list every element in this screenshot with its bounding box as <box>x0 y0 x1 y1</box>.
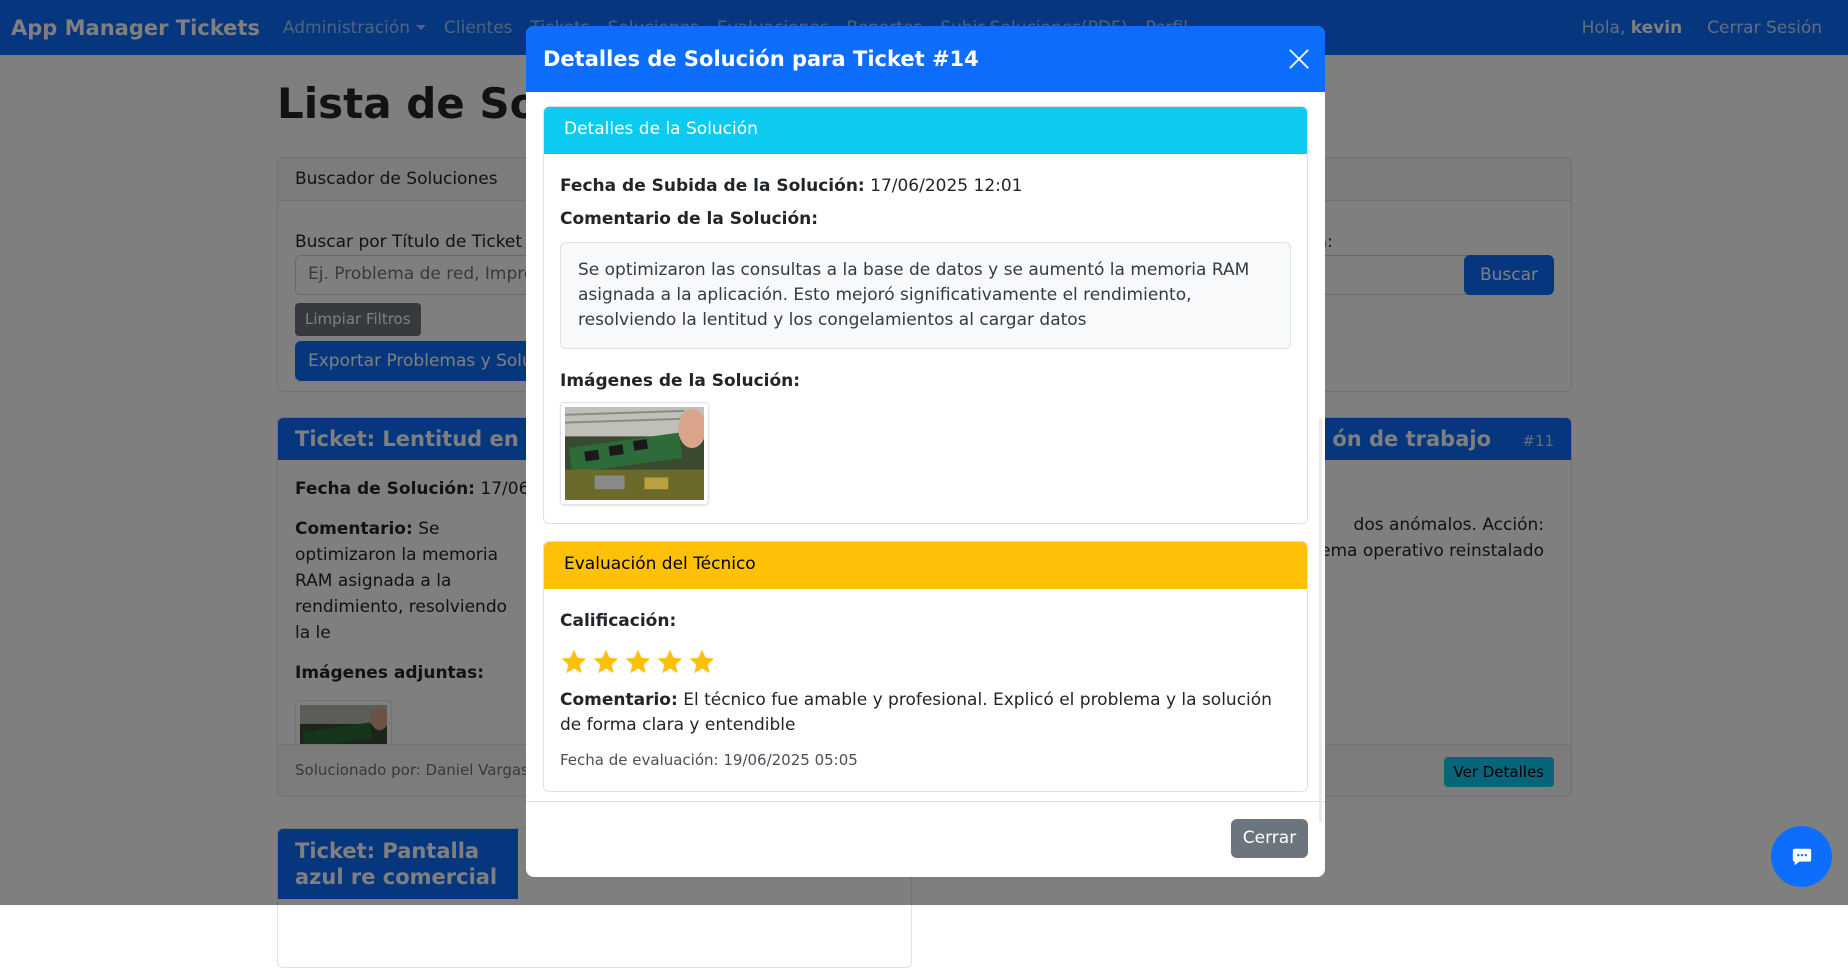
star-icon <box>657 649 683 674</box>
solution-details-card: Detalles de la Solución Fecha de Subida … <box>543 106 1308 524</box>
chat-button[interactable] <box>1771 826 1832 887</box>
upload-date-value: 17/06/2025 12:01 <box>864 176 1023 196</box>
modal-header: Detalles de Solución para Ticket #14 <box>526 26 1325 92</box>
modal-footer: Cerrar <box>526 801 1325 877</box>
close-icon[interactable] <box>1288 48 1310 70</box>
chat-icon <box>1792 848 1812 866</box>
star-rating <box>560 648 1291 678</box>
evaluation-comment-label: Comentario: <box>560 690 678 710</box>
solution-comment-label: Comentario de la Solución: <box>560 209 819 229</box>
rating-label: Calificación: <box>560 611 677 631</box>
modal-body: Detalles de la Solución Fecha de Subida … <box>526 92 1325 827</box>
star-icon <box>625 649 651 674</box>
evaluation-card-header: Evaluación del Técnico <box>544 542 1307 589</box>
star-icon <box>593 649 619 674</box>
upload-date-label: Fecha de Subida de la Solución: <box>560 176 865 196</box>
scrollbar[interactable] <box>1319 418 1322 822</box>
ram-image <box>564 407 706 500</box>
solution-card-header: Detalles de la Solución <box>544 107 1307 154</box>
star-icon <box>561 649 587 674</box>
close-button[interactable]: Cerrar <box>1231 819 1308 858</box>
solution-image-thumbnail[interactable] <box>560 402 709 505</box>
star-icon <box>689 649 715 674</box>
modal-title: Detalles de Solución para Ticket #14 <box>543 47 979 71</box>
solution-images-label: Imágenes de la Solución: <box>560 371 801 391</box>
evaluation-date: Fecha de evaluación: 19/06/2025 05:05 <box>560 751 858 769</box>
technician-evaluation-card: Evaluación del Técnico Calificación: Com… <box>543 541 1308 792</box>
solution-comment-box: Se optimizaron las consultas a la base d… <box>560 242 1291 349</box>
solution-details-modal: Detalles de Solución para Ticket #14 Det… <box>526 26 1325 877</box>
